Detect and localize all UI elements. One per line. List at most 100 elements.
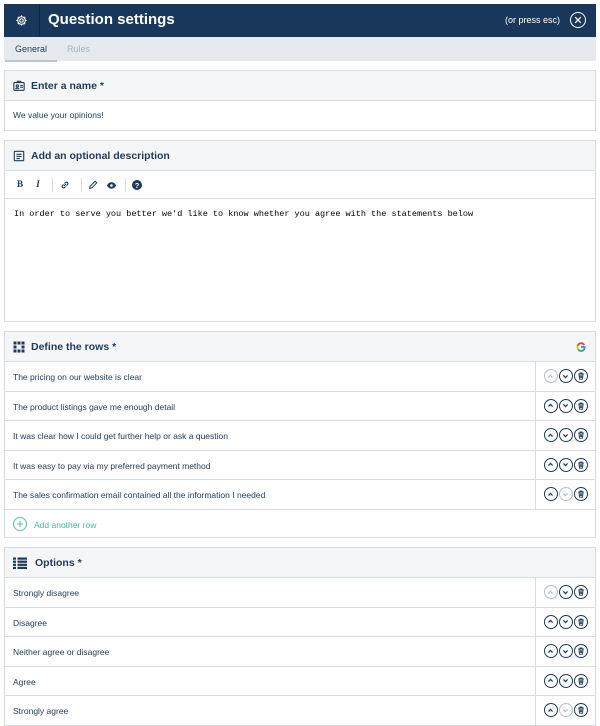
name-field[interactable]: We value your opinions! (5, 101, 595, 129)
options-panel-header: Options * (5, 548, 595, 578)
trash-icon (577, 706, 584, 714)
delete-button[interactable] (573, 644, 588, 659)
chevron-down-icon (562, 708, 569, 713)
tab-general[interactable]: General (4, 44, 58, 62)
close-button[interactable] (570, 12, 586, 28)
chevron-up-icon (547, 433, 554, 437)
close-icon (574, 16, 582, 24)
delete-button[interactable] (573, 428, 588, 443)
toolbar-divider (52, 178, 53, 192)
preview-button[interactable] (105, 179, 117, 191)
rows-panel: Define the rows * The pricing on our web… (4, 331, 596, 538)
add-row-button[interactable]: Add another row (5, 510, 595, 539)
option-controls (535, 666, 595, 695)
link-button[interactable] (59, 179, 71, 191)
move-up-button[interactable] (543, 644, 558, 659)
google-icon[interactable] (576, 342, 586, 352)
list-item: Strongly disagree (5, 578, 595, 608)
italic-button[interactable]: I (32, 179, 44, 191)
option-controls (535, 578, 595, 607)
page-title: Question settings (48, 11, 175, 28)
help-button[interactable]: ? (131, 179, 143, 191)
move-down-button[interactable] (558, 644, 573, 659)
move-up-button[interactable] (543, 614, 558, 629)
row-label[interactable]: The sales confirmation email contained a… (13, 490, 265, 500)
move-up-button[interactable] (543, 673, 558, 688)
move-down-button[interactable] (558, 457, 573, 472)
option-label[interactable]: Agree (13, 677, 36, 687)
move-down-button[interactable] (558, 369, 573, 384)
delete-button[interactable] (573, 398, 588, 413)
chevron-down-icon (562, 374, 569, 379)
row-label[interactable]: The product listings gave me enough deta… (13, 402, 175, 412)
move-down-button (558, 487, 573, 502)
move-up-button (543, 369, 558, 384)
table-row: The product listings gave me enough deta… (5, 391, 595, 421)
description-editor[interactable]: In order to serve you better we'd like t… (5, 199, 595, 321)
description-panel: Add an optional description B I ? In ord… (4, 140, 596, 322)
row-label[interactable]: It was clear how I could get further hel… (13, 431, 228, 441)
chevron-up-icon (547, 590, 554, 594)
option-controls (535, 637, 595, 666)
move-up-button[interactable] (543, 703, 558, 718)
chevron-down-icon (562, 463, 569, 467)
chevron-up-icon (547, 374, 554, 378)
delete-button[interactable] (573, 585, 588, 600)
chevron-up-icon (547, 619, 554, 624)
tab-rules[interactable]: Rules (67, 44, 90, 54)
help-icon: ? (132, 180, 142, 190)
list-item: Strongly agree (5, 696, 595, 726)
delete-button[interactable] (573, 487, 588, 502)
move-down-button[interactable] (558, 398, 573, 413)
delete-button[interactable] (573, 457, 588, 472)
rows-panel-header: Define the rows * (5, 332, 595, 362)
move-down-button[interactable] (558, 585, 573, 600)
settings-header: Question settings (or press esc) (4, 4, 596, 37)
row-label[interactable]: It was easy to pay via my preferred paym… (13, 461, 210, 471)
trash-icon (577, 402, 584, 410)
option-label[interactable]: Disagree (13, 618, 47, 628)
row-controls (535, 391, 595, 420)
chevron-down-icon (562, 433, 569, 438)
table-row: It was clear how I could get further hel… (5, 421, 595, 451)
list-item: Agree (5, 666, 595, 696)
description-panel-header: Add an optional description (5, 141, 595, 171)
move-down-button[interactable] (558, 428, 573, 443)
delete-button[interactable] (573, 703, 588, 718)
row-label[interactable]: The pricing on our website is clear (13, 372, 142, 382)
edit-button[interactable] (87, 179, 99, 191)
chevron-down-icon (562, 649, 569, 654)
row-controls (535, 450, 595, 479)
move-up-button[interactable] (543, 398, 558, 413)
delete-button[interactable] (573, 369, 588, 384)
trash-icon (577, 588, 584, 596)
move-down-button[interactable] (558, 614, 573, 629)
bold-button[interactable]: B (14, 179, 26, 191)
chevron-up-icon (547, 462, 554, 467)
chevron-up-icon (547, 492, 554, 496)
editor-toolbar: B I ? (5, 171, 595, 199)
toolbar-divider (81, 178, 82, 192)
delete-button[interactable] (573, 673, 588, 688)
move-up-button[interactable] (543, 428, 558, 443)
document-icon (13, 150, 25, 162)
settings-gear-icon[interactable] (4, 4, 40, 37)
chevron-up-icon (547, 649, 554, 653)
chevron-down-icon (562, 492, 569, 497)
move-up-button[interactable] (543, 457, 558, 472)
option-label[interactable]: Strongly agree (13, 706, 68, 716)
trash-icon (577, 490, 584, 498)
name-panel-header: Enter a name * (5, 71, 595, 101)
option-controls (535, 607, 595, 636)
move-down-button[interactable] (558, 673, 573, 688)
list-item: Disagree (5, 607, 595, 637)
row-controls (535, 480, 595, 509)
move-up-button[interactable] (543, 487, 558, 502)
chevron-up-icon (547, 678, 554, 683)
move-up-button (543, 585, 558, 600)
option-label[interactable]: Strongly disagree (13, 588, 79, 598)
description-panel-title: Add an optional description (31, 150, 170, 162)
id-card-icon (13, 80, 25, 91)
delete-button[interactable] (573, 614, 588, 629)
option-label[interactable]: Neither agree or disagree (13, 647, 109, 657)
